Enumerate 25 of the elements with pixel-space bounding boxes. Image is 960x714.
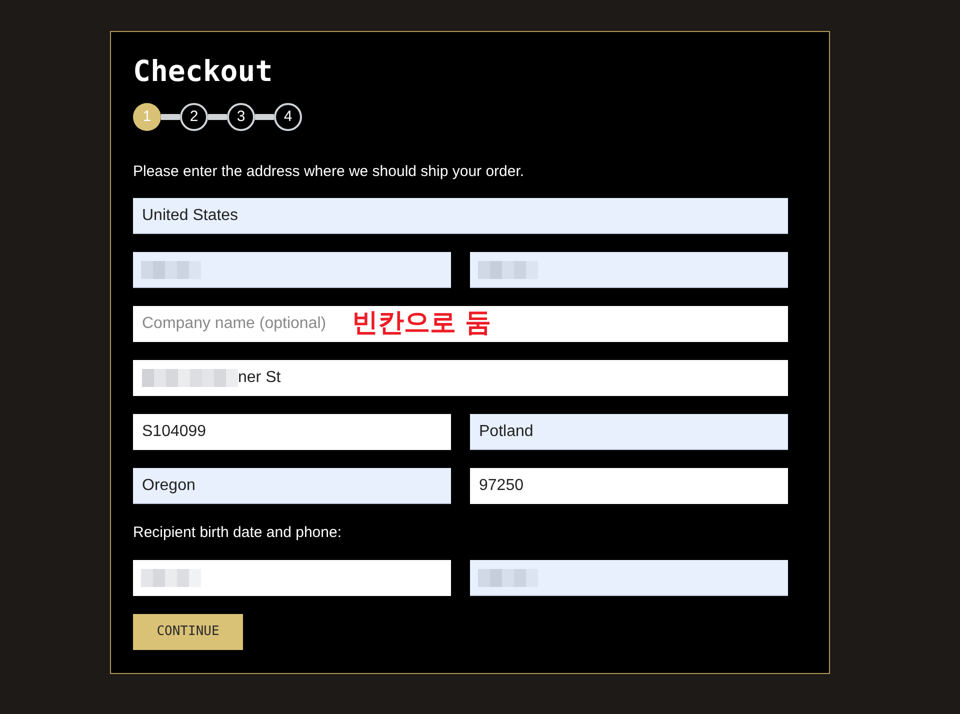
input-field[interactable]: Potland: [470, 414, 788, 450]
input-field[interactable]: [133, 252, 451, 288]
input-field[interactable]: [470, 252, 788, 288]
blurred-text: [141, 568, 201, 586]
input-field[interactable]: S104099: [133, 414, 451, 450]
blurred-text: [478, 260, 538, 278]
annotation-text: 빈칸으로 둠: [352, 307, 492, 340]
input-field[interactable]: ner St: [133, 360, 788, 396]
step-indicator: 3: [227, 103, 255, 131]
blurred-text: [141, 260, 201, 278]
step-indicator: 4: [274, 103, 302, 131]
step-connector: [208, 114, 227, 120]
recipient-label: Recipient birth date and phone:: [133, 523, 342, 543]
page-title: Checkout: [133, 53, 274, 90]
input-field[interactable]: 97250: [470, 468, 788, 504]
step-indicator: 1: [133, 103, 161, 131]
input-field[interactable]: Oregon: [133, 468, 451, 504]
input-field[interactable]: United States: [133, 198, 788, 234]
continue-button[interactable]: CONTINUE: [133, 614, 243, 650]
step-connector: [161, 114, 180, 120]
blurred-text: [478, 568, 538, 586]
input-field[interactable]: [470, 560, 788, 596]
step-indicator: 2: [180, 103, 208, 131]
instruction-text: Please enter the address where we should ship your order.: [133, 162, 526, 182]
step-connector: [255, 114, 274, 120]
